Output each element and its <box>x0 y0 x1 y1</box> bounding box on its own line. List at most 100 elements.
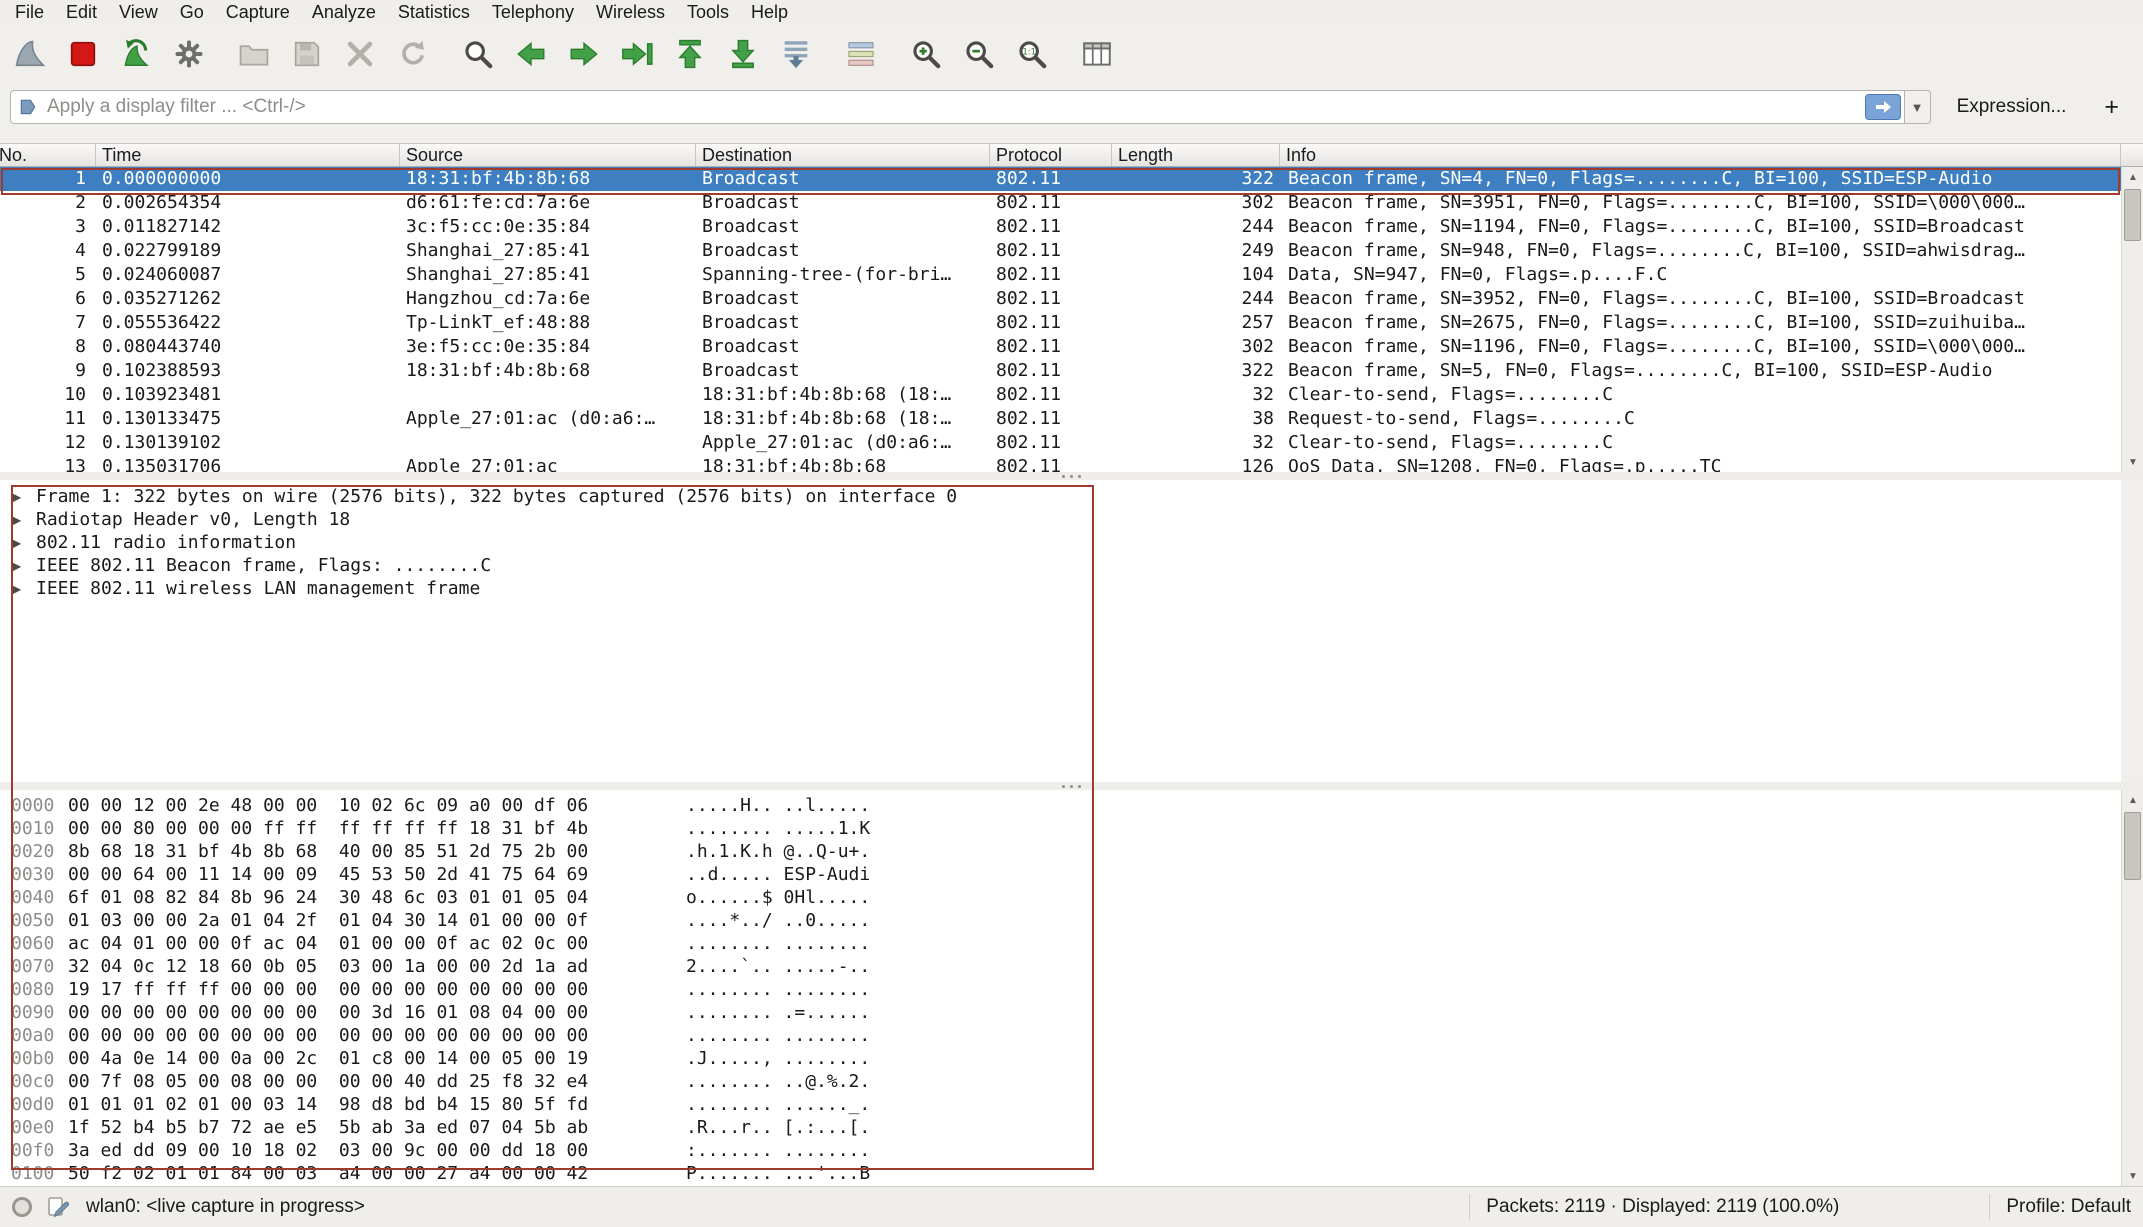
hex-row[interactable]: 00c000 7f 08 05 00 08 00 00 00 00 40 dd … <box>0 1070 2121 1093</box>
expander-icon[interactable]: ▶ <box>12 490 28 504</box>
menu-item-file[interactable]: File <box>4 0 55 24</box>
hex-scrollbar-thumb[interactable] <box>2124 812 2141 880</box>
packet-list-scrollbar[interactable]: ▲ ▼ <box>2121 167 2143 472</box>
hex-row[interactable]: 003000 00 64 00 11 14 00 09 45 53 50 2d … <box>0 863 2121 886</box>
packet-row[interactable]: 90.10238859318:31:bf:4b:8b:68Broadcast80… <box>0 359 2121 383</box>
expander-icon[interactable]: ▶ <box>12 513 28 527</box>
pane-splitter[interactable] <box>0 472 2143 480</box>
detail-tree-row[interactable]: ▶IEEE 802.11 wireless LAN management fra… <box>0 577 2121 600</box>
go-last-button[interactable] <box>721 31 765 77</box>
capture-comment-icon[interactable] <box>46 1195 70 1219</box>
hex-row[interactable]: 00e01f 52 b4 b5 b7 72 ae e5 5b ab 3a ed … <box>0 1116 2121 1139</box>
packet-row[interactable]: 60.035271262Hangzhou_cd:7a:6eBroadcast80… <box>0 287 2121 311</box>
hex-row[interactable]: 005001 03 00 00 2a 01 04 2f 01 04 30 14 … <box>0 909 2121 932</box>
cell-time: 0.130133475 <box>96 407 400 431</box>
hex-row[interactable]: 00406f 01 08 82 84 8b 96 24 30 48 6c 03 … <box>0 886 2121 909</box>
hex-row[interactable]: 001000 00 80 00 00 00 ff ff ff ff ff ff … <box>0 817 2121 840</box>
hex-row[interactable]: 007032 04 0c 12 18 60 0b 05 03 00 1a 00 … <box>0 955 2121 978</box>
scroll-up-icon[interactable]: ▲ <box>2122 790 2143 810</box>
packet-list-scrollbar-thumb[interactable] <box>2124 189 2141 241</box>
go-forward-button[interactable] <box>562 31 606 77</box>
menu-item-telephony[interactable]: Telephony <box>481 0 585 24</box>
filter-bar: Apply a display filter ... <Ctrl-/> ▼ Ex… <box>0 84 2143 130</box>
column-header-source[interactable]: Source <box>400 144 696 166</box>
packet-row[interactable]: 110.130133475Apple_27:01:ac (d0:a6:…18:3… <box>0 407 2121 431</box>
scroll-down-icon[interactable]: ▼ <box>2122 1166 2143 1186</box>
menu-item-capture[interactable]: Capture <box>215 0 301 24</box>
hex-row[interactable]: 00f03a ed dd 09 00 10 18 02 03 00 9c 00 … <box>0 1139 2121 1162</box>
expression-button[interactable]: Expression... <box>1947 96 2077 118</box>
display-filter-input[interactable]: Apply a display filter ... <Ctrl-/> <box>10 90 1905 124</box>
filter-history-dropdown[interactable]: ▼ <box>1905 90 1931 124</box>
menu-item-view[interactable]: View <box>108 0 169 24</box>
cell-destination: Broadcast <box>696 167 990 191</box>
hex-row[interactable]: 000000 00 12 00 2e 48 00 00 10 02 6c 09 … <box>0 794 2121 817</box>
menu-item-tools[interactable]: Tools <box>676 0 740 24</box>
hex-row[interactable]: 009000 00 00 00 00 00 00 00 00 3d 16 01 … <box>0 1001 2121 1024</box>
cell-source: 3e:f5:cc:0e:35:84 <box>400 335 696 359</box>
column-header-destination[interactable]: Destination <box>696 144 990 166</box>
menu-item-wireless[interactable]: Wireless <box>585 0 676 24</box>
resize-columns-button[interactable] <box>1075 31 1119 77</box>
auto-scroll-button[interactable] <box>774 31 818 77</box>
scroll-up-icon[interactable]: ▲ <box>2122 167 2143 187</box>
column-header-no[interactable]: No. <box>0 144 96 166</box>
hex-row[interactable]: 0060ac 04 01 00 00 0f ac 04 01 00 00 0f … <box>0 932 2121 955</box>
packet-row[interactable]: 120.130139102Apple_27:01:ac (d0:a6:…802.… <box>0 431 2121 455</box>
hex-pane-scrollbar[interactable]: ▲ ▼ <box>2121 790 2143 1186</box>
expander-icon[interactable]: ▶ <box>12 536 28 550</box>
add-filter-button[interactable]: + <box>2090 93 2133 122</box>
zoom-in-button[interactable] <box>904 31 948 77</box>
column-header-info[interactable]: Info <box>1280 144 2121 166</box>
hex-row[interactable]: 00b000 4a 0e 14 00 0a 00 2c 01 c8 00 14 … <box>0 1047 2121 1070</box>
expander-icon[interactable]: ▶ <box>12 582 28 596</box>
filter-bookmark-icon[interactable] <box>18 97 38 117</box>
restart-capture-button[interactable] <box>114 31 158 77</box>
go-first-button[interactable] <box>668 31 712 77</box>
packet-row[interactable]: 70.055536422Tp-LinkT_ef:48:88Broadcast80… <box>0 311 2121 335</box>
column-header-time[interactable]: Time <box>96 144 400 166</box>
packet-row[interactable]: 40.022799189Shanghai_27:85:41Broadcast80… <box>0 239 2121 263</box>
cell-no: 8 <box>0 335 96 359</box>
filter-apply-button[interactable] <box>1865 94 1901 120</box>
cell-protocol: 802.11 <box>990 359 1112 383</box>
packet-row[interactable]: 10.00000000018:31:bf:4b:8b:68Broadcast80… <box>0 167 2121 191</box>
detail-tree-row[interactable]: ▶IEEE 802.11 Beacon frame, Flags: ......… <box>0 554 2121 577</box>
packet-row[interactable]: 30.0118271423c:f5:cc:0e:35:84Broadcast80… <box>0 215 2121 239</box>
hex-row[interactable]: 008019 17 ff ff ff 00 00 00 00 00 00 00 … <box>0 978 2121 1001</box>
hex-row[interactable]: 010050 f2 02 01 01 84 00 03 a4 00 00 27 … <box>0 1162 2121 1185</box>
hex-row[interactable]: 00a000 00 00 00 00 00 00 00 00 00 00 00 … <box>0 1024 2121 1047</box>
hex-row[interactable]: 00d001 01 01 02 01 00 03 14 98 d8 bd b4 … <box>0 1093 2121 1116</box>
zoom-out-button[interactable] <box>957 31 1001 77</box>
column-header-length[interactable]: Length <box>1112 144 1280 166</box>
column-header-protocol[interactable]: Protocol <box>990 144 1112 166</box>
detail-tree-row[interactable]: ▶802.11 radio information <box>0 531 2121 554</box>
packet-row[interactable]: 130.135031706Apple_27:01:ac18:31:bf:4b:8… <box>0 455 2121 472</box>
find-packet-button[interactable] <box>456 31 500 77</box>
cell-source: 3c:f5:cc:0e:35:84 <box>400 215 696 239</box>
profile-selector[interactable]: Profile: Default <box>2006 1196 2131 1218</box>
hex-row[interactable]: 00208b 68 18 31 bf 4b 8b 68 40 00 85 51 … <box>0 840 2121 863</box>
colorize-button[interactable] <box>839 31 883 77</box>
cell-info: Beacon frame, SN=3951, FN=0, Flags=.....… <box>1280 191 2121 215</box>
packet-row[interactable]: 100.10392348118:31:bf:4b:8b:68 (18:…802.… <box>0 383 2121 407</box>
capture-options-button[interactable] <box>167 31 211 77</box>
detail-tree-row[interactable]: ▶Radiotap Header v0, Length 18 <box>0 508 2121 531</box>
go-back-button[interactable] <box>509 31 553 77</box>
packet-row[interactable]: 20.002654354d6:61:fe:cd:7a:6eBroadcast80… <box>0 191 2121 215</box>
packet-row[interactable]: 50.024060087Shanghai_27:85:41Spanning-tr… <box>0 263 2121 287</box>
menu-item-go[interactable]: Go <box>169 0 215 24</box>
detail-tree-row[interactable]: ▶Frame 1: 322 bytes on wire (2576 bits),… <box>0 485 2121 508</box>
menu-item-analyze[interactable]: Analyze <box>301 0 387 24</box>
pane-splitter[interactable] <box>0 782 2143 790</box>
zoom-normal-button[interactable]: 1:1 <box>1010 31 1054 77</box>
expander-icon[interactable]: ▶ <box>12 559 28 573</box>
scroll-down-icon[interactable]: ▼ <box>2122 452 2143 472</box>
menu-item-edit[interactable]: Edit <box>55 0 108 24</box>
go-to-packet-button[interactable] <box>615 31 659 77</box>
menu-item-help[interactable]: Help <box>740 0 799 24</box>
packet-row[interactable]: 80.0804437403e:f5:cc:0e:35:84Broadcast80… <box>0 335 2121 359</box>
expert-info-icon[interactable] <box>12 1197 32 1217</box>
menu-item-statistics[interactable]: Statistics <box>387 0 481 24</box>
stop-capture-button[interactable] <box>61 31 105 77</box>
